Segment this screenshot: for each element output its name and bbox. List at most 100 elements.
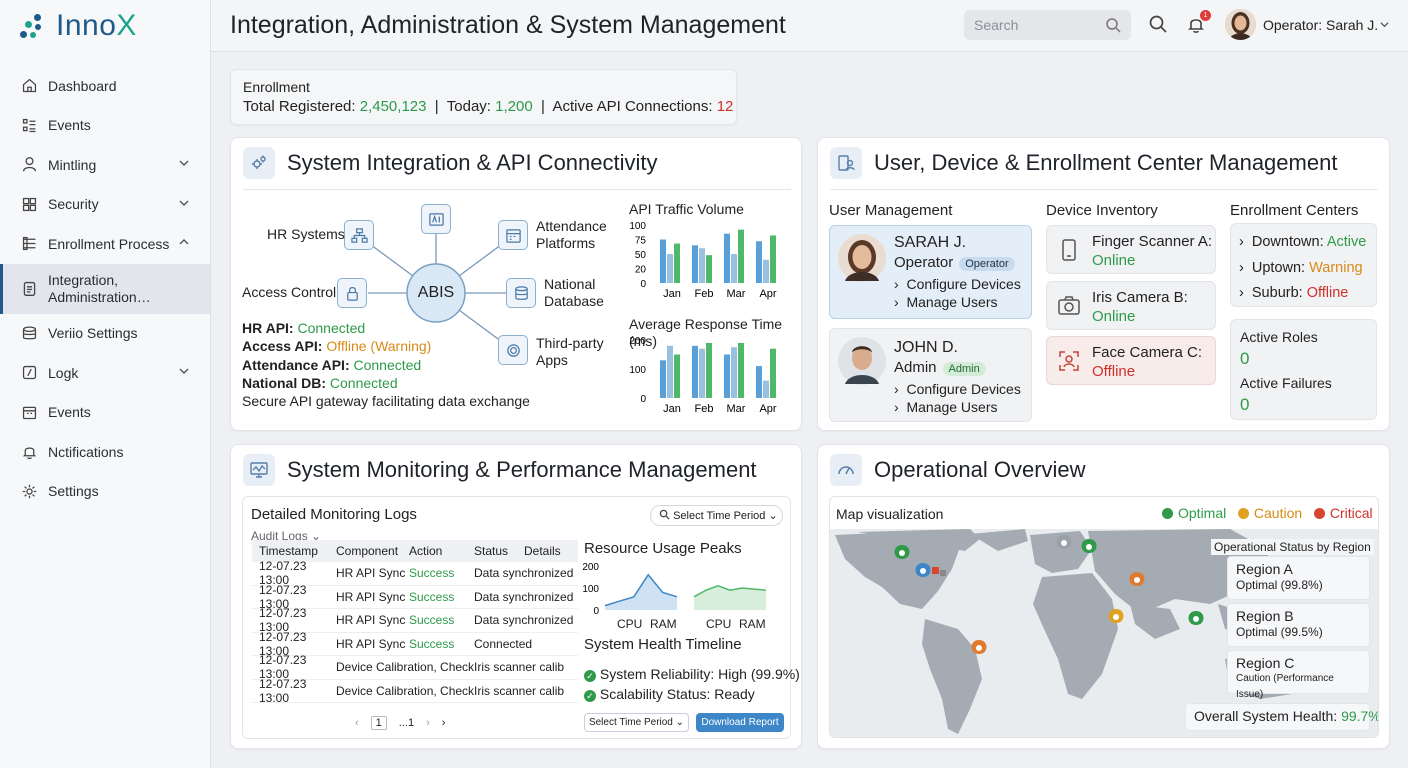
- node-label: National: [544, 276, 596, 292]
- action-link[interactable]: › Configure Devices: [894, 275, 1021, 293]
- table-row[interactable]: 12-07.23 13:00 Device Calibration, Check I…: [252, 677, 578, 705]
- search-input[interactable]: Search: [964, 10, 1131, 40]
- chevron-down-icon[interactable]: [1379, 19, 1390, 30]
- x-tick-label: Mar: [727, 403, 746, 415]
- chart-bar: [692, 245, 698, 283]
- overview-card: Operational Overview Map visualization O…: [817, 444, 1390, 749]
- next-page-icon[interactable]: ›: [426, 717, 430, 729]
- region-a[interactable]: Region A Optimal (99.8%): [1227, 556, 1370, 600]
- enrollment-title: Enrollment: [243, 79, 310, 95]
- map-pin[interactable]: [894, 545, 910, 573]
- device-status: Online: [1092, 252, 1136, 269]
- brand-logo[interactable]: InnoX: [20, 9, 137, 42]
- map-pin[interactable]: [1081, 539, 1097, 567]
- chevron-up-icon[interactable]: [178, 236, 190, 248]
- sidebar-item-events[interactable]: Events: [0, 106, 210, 146]
- attendance-icon[interactable]: [498, 220, 528, 250]
- hr-systems-icon[interactable]: [344, 220, 374, 250]
- api-icon[interactable]: [421, 204, 451, 234]
- page-more[interactable]: ...1: [399, 717, 414, 729]
- last-page-icon[interactable]: ›: [442, 717, 446, 729]
- map-pin[interactable]: [1108, 609, 1124, 637]
- prev-page-icon[interactable]: ‹: [355, 717, 359, 729]
- chevron-down-icon[interactable]: [178, 197, 190, 209]
- search-icon[interactable]: [1105, 17, 1121, 33]
- download-report-button[interactable]: Download Report: [696, 713, 784, 732]
- gears-icon: [243, 147, 275, 179]
- time-period-select[interactable]: Select Time Period ⌄: [584, 713, 689, 732]
- device-face-camera[interactable]: Face Camera C: Offline: [1046, 336, 1216, 385]
- notification-badge: 1: [1200, 10, 1211, 21]
- center-item[interactable]: › Uptown: Warning: [1239, 256, 1368, 282]
- device-finger-scanner[interactable]: Finger Scanner A: Online: [1046, 225, 1216, 274]
- api-value: 12: [716, 98, 734, 115]
- search-icon[interactable]: [1148, 14, 1168, 34]
- map-pin[interactable]: [1056, 535, 1072, 563]
- device-status: Offline: [1092, 363, 1136, 380]
- tick-label: 0: [640, 279, 646, 290]
- logs-title: Detailed Monitoring Logs: [251, 506, 417, 523]
- action-link[interactable]: › Manage Users: [894, 293, 1021, 311]
- sidebar-item-label: Veriio Settings: [48, 325, 138, 342]
- search-placeholder: Search: [974, 17, 1019, 33]
- map-pin[interactable]: [915, 563, 931, 591]
- chart-bar: [699, 348, 705, 398]
- home-icon: [20, 77, 38, 95]
- active-roles-value: 0: [1240, 349, 1250, 368]
- chart-bar: [738, 342, 744, 398]
- action-link[interactable]: › Manage Users: [894, 398, 1021, 416]
- action-link[interactable]: › Configure Devices: [894, 380, 1021, 398]
- sidebar-item-integration[interactable]: Integration, Administration…: [0, 263, 210, 314]
- center-item[interactable]: › Suburb: Offline: [1239, 281, 1368, 307]
- chart-bar: [763, 380, 769, 398]
- sidebar-item-security[interactable]: Security: [0, 185, 210, 225]
- map-pin[interactable]: [1129, 572, 1145, 600]
- sidebar-item-notifications[interactable]: Nctifications: [0, 432, 210, 472]
- user-card-sarah[interactable]: SARAH J. Operator Operator › Configure De…: [829, 225, 1032, 319]
- status-by-region-title: Operational Status by Region: [1211, 539, 1374, 555]
- enrollment-summary: Enrollment Total Registered: 2,450,123 |…: [230, 69, 737, 125]
- x-tick-label: Jan: [663, 288, 681, 300]
- map-pin[interactable]: [971, 640, 987, 668]
- database-icon[interactable]: [506, 278, 536, 308]
- overall-health: Overall System Health: 99.7%: [1185, 703, 1378, 731]
- user-role: Operator Operator: [894, 254, 1015, 271]
- ram-label: RAM: [650, 617, 677, 631]
- map-pin[interactable]: [1188, 611, 1204, 639]
- sidebar-item-enrollment-process[interactable]: Enrollment Process: [0, 224, 210, 264]
- chevron-down-icon[interactable]: [178, 365, 190, 377]
- user-name[interactable]: Operator: Sarah J.: [1263, 17, 1378, 33]
- node-label: Third-party: [536, 335, 604, 351]
- time-period-select[interactable]: Select Time Period ⌄: [650, 505, 783, 526]
- area-fill: [605, 574, 677, 610]
- sidebar-item-dashboard[interactable]: Dashboard: [0, 66, 210, 106]
- sidebar-item-label: Security: [48, 196, 99, 213]
- gateway-note: Secure API gateway facilitating data exc…: [242, 393, 530, 410]
- lock-icon[interactable]: [337, 278, 367, 308]
- sidebar-item-settings[interactable]: Settings: [0, 472, 210, 512]
- tick-label: 50: [635, 250, 647, 261]
- region-c[interactable]: Region C Caution (Performance Issue): [1227, 650, 1370, 700]
- node-label: HR Systems: [267, 226, 345, 242]
- tick-label: 200: [629, 336, 646, 347]
- chart-bar: [667, 345, 673, 398]
- sidebar-item-events-2[interactable]: Events: [0, 393, 210, 433]
- logs-table: Timestamp Component Action Status Details 12…: [252, 540, 578, 705]
- centers-list: › Downtown: Active › Uptown: Warning › S…: [1230, 223, 1377, 307]
- chevron-down-icon[interactable]: [178, 157, 190, 169]
- avatar[interactable]: [1225, 9, 1256, 40]
- device-iris-camera[interactable]: Iris Camera B: Online: [1046, 281, 1216, 330]
- role-badge: Operator: [959, 257, 1015, 271]
- region-b[interactable]: Region B Optimal (99.5%): [1227, 603, 1370, 647]
- check-icon: ✓: [584, 670, 596, 682]
- sidebar-item-veriio-settings[interactable]: Veriio Settings: [0, 314, 210, 354]
- sidebar-item-logk[interactable]: Logk: [0, 353, 210, 393]
- node-label: Platforms: [536, 235, 596, 251]
- sidebar-item-mintling[interactable]: Mintling: [0, 145, 210, 185]
- center-item[interactable]: › Downtown: Active: [1239, 230, 1368, 256]
- page-number[interactable]: 1: [370, 716, 387, 730]
- user-icon: [20, 156, 38, 174]
- tick-label: 75: [635, 236, 647, 247]
- chart-bar: [706, 342, 712, 398]
- user-card-john[interactable]: JOHN D. Admin Admin › Configure Devices ›…: [829, 328, 1032, 422]
